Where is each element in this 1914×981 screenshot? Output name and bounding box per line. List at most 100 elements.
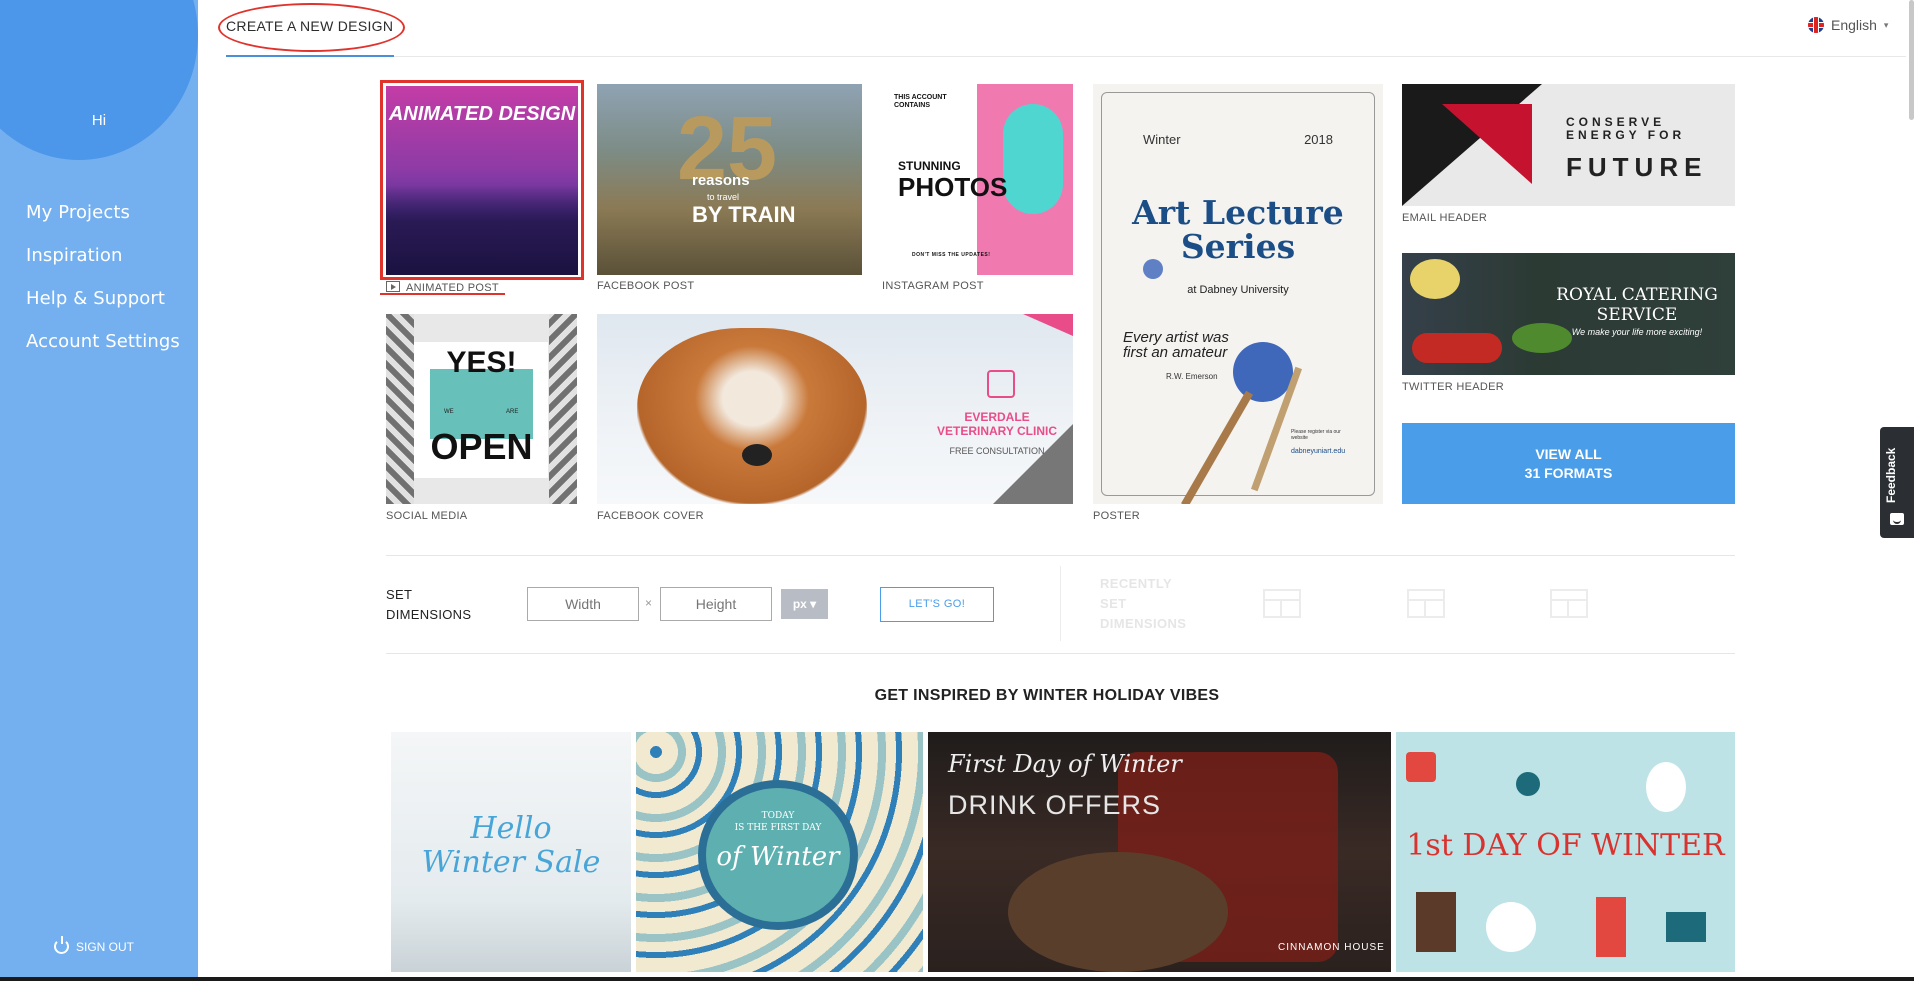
template-instagram-post[interactable]: THIS ACCOUNT CONTAINS STUNNING PHOTOS DO… (882, 84, 1073, 275)
recent-text: DIMENSIONS (1100, 616, 1187, 631)
unit-select[interactable]: px ▾ (781, 589, 828, 619)
template-text: FUTURE (1566, 152, 1708, 182)
template-social-media[interactable]: YES! WE ARE OPEN (386, 314, 577, 504)
power-icon (54, 936, 69, 954)
set-dimensions-label: SET DIMENSIONS (386, 585, 471, 625)
card-text: DRINK OFFERS (948, 790, 1162, 820)
sidebar-item-account-settings[interactable]: Account Settings (26, 327, 180, 370)
card-art-pattern (1416, 892, 1456, 952)
template-art-corner (1023, 314, 1073, 336)
template-art-dog (637, 328, 867, 504)
recently-set-dimensions-label: RECENTLY SET DIMENSIONS (1100, 574, 1186, 634)
card-text: TODAY IS THE FIRST DAY (698, 810, 858, 834)
times-symbol: × (645, 596, 653, 610)
template-art-face (1003, 104, 1063, 214)
layout-placeholder-icon[interactable] (1550, 589, 1588, 618)
card-art-pattern (1406, 752, 1436, 782)
chevron-down-icon: ▾ (1883, 19, 1889, 30)
template-text: STUNNING (898, 159, 961, 173)
template-text: We make your life more exciting! (1571, 327, 1703, 337)
card-text: 1st DAY OF WINTER (1406, 828, 1725, 863)
template-twitter-header[interactable]: ROYAL CATERING SERVICE We make your life… (1402, 253, 1735, 375)
card-art-pattern (1646, 762, 1686, 812)
page-scrollbar[interactable] (1909, 0, 1914, 120)
height-input[interactable] (660, 587, 772, 621)
template-text: 2018 (1304, 132, 1333, 147)
template-poster[interactable]: Winter 2018 Art Lecture Series at Dabney… (1093, 84, 1383, 504)
recent-text: RECENTLY (1100, 576, 1173, 591)
template-art-dog-nose (742, 444, 772, 466)
card-art-pattern (1596, 897, 1626, 957)
template-email-header[interactable]: CONSERVE ENERGY FOR FUTURE (1402, 84, 1735, 206)
greeting: Hi (91, 112, 107, 129)
inspiration-card[interactable]: First Day of Winter DRINK OFFERS CINNAMO… (928, 732, 1391, 972)
template-year-row: Winter 2018 (1143, 132, 1333, 147)
recent-text: SET (1100, 596, 1127, 611)
sidebar: Hi My Projects Inspiration Help & Suppor… (0, 0, 198, 981)
width-input[interactable] (527, 587, 639, 621)
template-text: Every artist was first an amateur (1123, 329, 1229, 361)
template-text: ARE (506, 409, 519, 415)
card-text-line: IS THE FIRST DAY (734, 823, 822, 833)
sidebar-item-my-projects[interactable]: My Projects (26, 198, 180, 241)
template-facebook-post[interactable]: 25 reasons to travel BY TRAIN (597, 84, 862, 275)
caption-facebook-post: FACEBOOK POST (597, 280, 695, 292)
card-art-cones (1008, 852, 1228, 972)
template-art-leaves (549, 314, 577, 504)
sign-out-button[interactable]: SIGN OUT (54, 936, 135, 954)
language-selector[interactable]: English ▾ (1808, 17, 1888, 33)
uk-flag-icon (1808, 17, 1824, 33)
caption-email-header: EMAIL HEADER (1402, 212, 1488, 224)
card-text: of Winter (716, 842, 840, 872)
sign-out-label: SIGN OUT (76, 939, 135, 954)
set-dimensions-text: DIMENSIONS (386, 607, 472, 622)
card-art-pattern (1666, 912, 1706, 942)
section-divider (386, 555, 1735, 556)
caption-facebook-cover: FACEBOOK COVER (597, 510, 704, 522)
inspiration-card[interactable]: 1st DAY OF WINTER (1396, 732, 1735, 972)
template-text: EVERDALE VETERINARY CLINIC (936, 410, 1057, 438)
view-all-formats-button[interactable]: VIEW ALL 31 FORMATS (1402, 423, 1735, 504)
card-art-pattern (1486, 902, 1536, 952)
view-all-label: VIEW ALL (1535, 446, 1602, 462)
layout-placeholder-icon[interactable] (1407, 589, 1445, 618)
selection-underline (380, 293, 505, 295)
layout-placeholder-icon[interactable] (1263, 589, 1301, 618)
template-art-lemon (1410, 259, 1460, 299)
template-text: at Dabney University (1187, 284, 1289, 296)
feedback-label: Feedback (1884, 447, 1898, 503)
template-text: FREE CONSULTATION (949, 446, 1045, 456)
template-text: dabneyuniart.edu (1291, 448, 1346, 455)
template-text: WE (444, 409, 454, 415)
sidebar-avatar-blob (0, 0, 198, 160)
template-text: THIS ACCOUNT CONTAINS (894, 94, 947, 109)
template-text: R.W. Emerson (1166, 372, 1218, 381)
template-text: Please register via our website (1291, 429, 1341, 441)
card-text: Hello Winter Sale (421, 811, 601, 880)
template-text: YES! (446, 346, 517, 379)
inspiration-card[interactable]: Hello Winter Sale (391, 732, 631, 972)
inspiration-card[interactable]: TODAY IS THE FIRST DAY of Winter (636, 732, 923, 972)
header-divider (226, 56, 1906, 57)
caption-twitter-header: TWITTER HEADER (1402, 381, 1504, 393)
vertical-divider (1060, 566, 1061, 641)
active-tab-indicator (226, 55, 394, 57)
sidebar-item-help-support[interactable]: Help & Support (26, 284, 180, 327)
feedback-tab[interactable]: Feedback (1880, 427, 1914, 538)
sidebar-nav: My Projects Inspiration Help & Support A… (26, 198, 180, 370)
card-text-line: TODAY (761, 811, 795, 821)
template-text: CONSERVE ENERGY FOR (1566, 115, 1686, 142)
language-label: English (1831, 17, 1877, 33)
view-all-count: 31 FORMATS (1524, 465, 1613, 481)
unit-value: px (792, 597, 807, 611)
template-text: DON'T MISS THE UPDATES! (912, 252, 991, 258)
template-text: BY TRAIN (692, 202, 796, 227)
template-text: ROYAL CATERING SERVICE (1556, 285, 1718, 325)
sidebar-item-inspiration[interactable]: Inspiration (26, 241, 180, 284)
template-title: Art Lecture Series (1132, 193, 1344, 266)
caption-social-media: SOCIAL MEDIA (386, 510, 468, 522)
lets-go-button[interactable]: LET'S GO! (880, 587, 994, 622)
template-facebook-cover[interactable]: EVERDALE VETERINARY CLINIC FREE CONSULTA… (597, 314, 1073, 504)
template-art-leaves (386, 314, 414, 504)
set-dimensions-text: SET (386, 587, 413, 602)
